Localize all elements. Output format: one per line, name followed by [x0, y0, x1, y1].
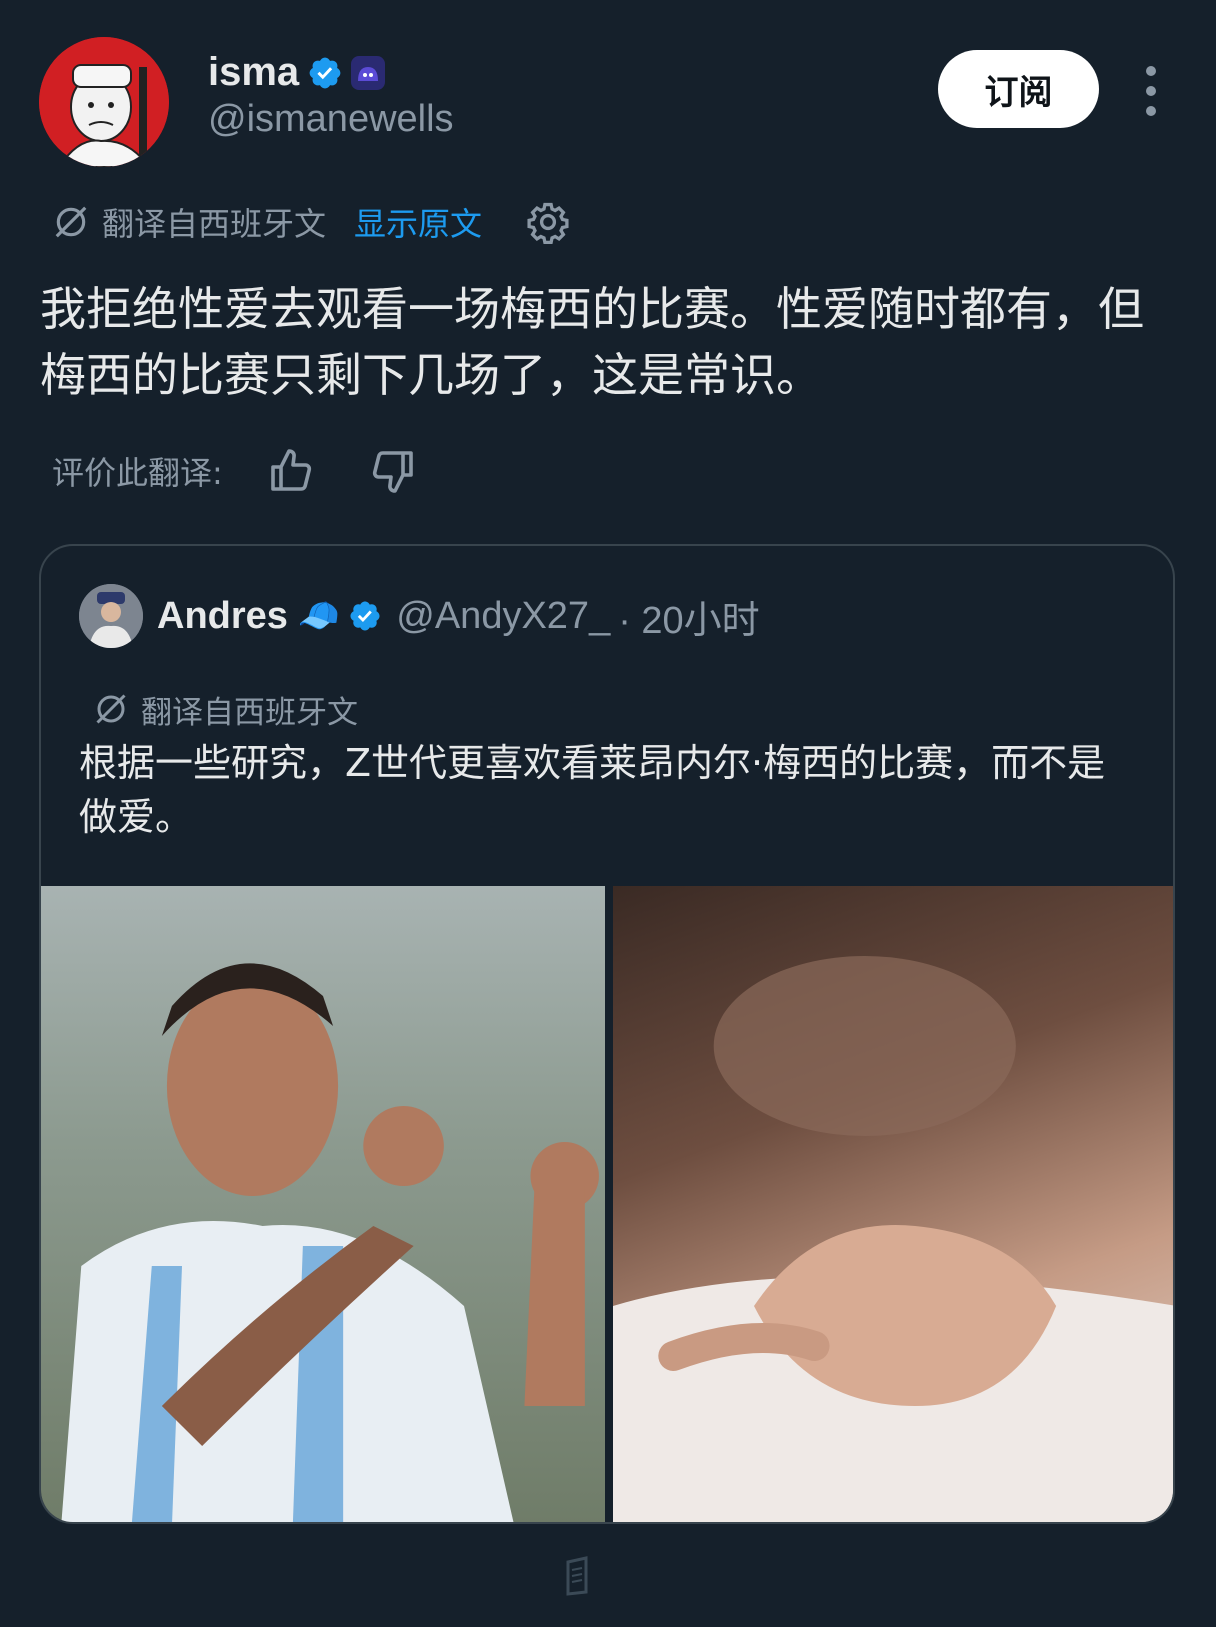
gear-icon[interactable]	[526, 200, 570, 244]
quoted-author-name[interactable]: Andres	[157, 595, 288, 638]
author-display-name[interactable]: isma	[208, 50, 299, 95]
tweet-text: 我拒绝性爱去观看一场梅西的比赛。性爱随时都有，但梅西的比赛只剩下几场了，这是常识…	[40, 282, 1144, 402]
thumbs-up-icon[interactable]	[267, 447, 315, 495]
translate-icon	[96, 694, 126, 724]
author-avatar[interactable]	[39, 37, 169, 167]
translation-row: 翻译自西班牙文 显示原文	[52, 198, 570, 246]
affiliate-badge-glyph	[358, 66, 379, 81]
more-dot	[1146, 66, 1156, 76]
verified-badge-icon	[350, 601, 380, 631]
quoted-tweet-time[interactable]: · 20小时	[618, 589, 759, 644]
rate-translation-row: 评价此翻译:	[52, 446, 417, 496]
hands-photo	[613, 956, 1173, 1522]
media-image-player[interactable]	[41, 886, 605, 1522]
thumbs-down-icon[interactable]	[369, 447, 417, 495]
verified-badge-icon	[309, 57, 341, 88]
quoted-tweet-header: Andres 🧢 @AndyX27_ · 20小时	[79, 584, 760, 648]
avatar-illustration	[39, 37, 169, 167]
tweet-page: isma @ismanewells 订阅 翻译自西班牙文 显示原文 我拒绝性爱去…	[0, 0, 1216, 1627]
quoted-tweet-card[interactable]: Andres 🧢 @AndyX27_ · 20小时 翻译自西班牙文 根据一些研究…	[39, 544, 1175, 1524]
quoted-translation-label: 翻译自西班牙文	[141, 694, 358, 731]
quoted-avatar-illustration	[79, 584, 143, 648]
more-dot	[1146, 86, 1156, 96]
subscribe-button[interactable]: 订阅	[938, 50, 1099, 128]
affiliate-badge-icon	[351, 55, 386, 90]
player-photo	[61, 963, 599, 1522]
translation-source-label: 翻译自西班牙文	[102, 205, 327, 243]
author-handle[interactable]: @ismanewells	[208, 98, 454, 141]
quoted-author-handle[interactable]: @AndyX27_	[396, 595, 610, 638]
author-name-row: isma	[208, 50, 386, 95]
scroll-indicator-icon[interactable]	[562, 1556, 592, 1596]
quoted-author-avatar[interactable]	[79, 584, 143, 648]
quoted-translation-row: 翻译自西班牙文	[93, 686, 358, 732]
show-original-link[interactable]: 显示原文	[354, 199, 482, 245]
cap-emoji: 🧢	[297, 596, 341, 636]
media-image-hands[interactable]	[613, 886, 1173, 1522]
more-vertical-icon[interactable]	[1136, 66, 1166, 116]
quoted-media-grid	[41, 886, 1173, 1522]
more-dot	[1146, 106, 1156, 116]
quoted-tweet-text: 根据一些研究，Z世代更喜欢看莱昂内尔·梅西的比赛，而不是做爱。	[79, 741, 1106, 839]
rate-translation-label: 评价此翻译:	[52, 454, 223, 492]
translate-icon	[55, 206, 87, 238]
